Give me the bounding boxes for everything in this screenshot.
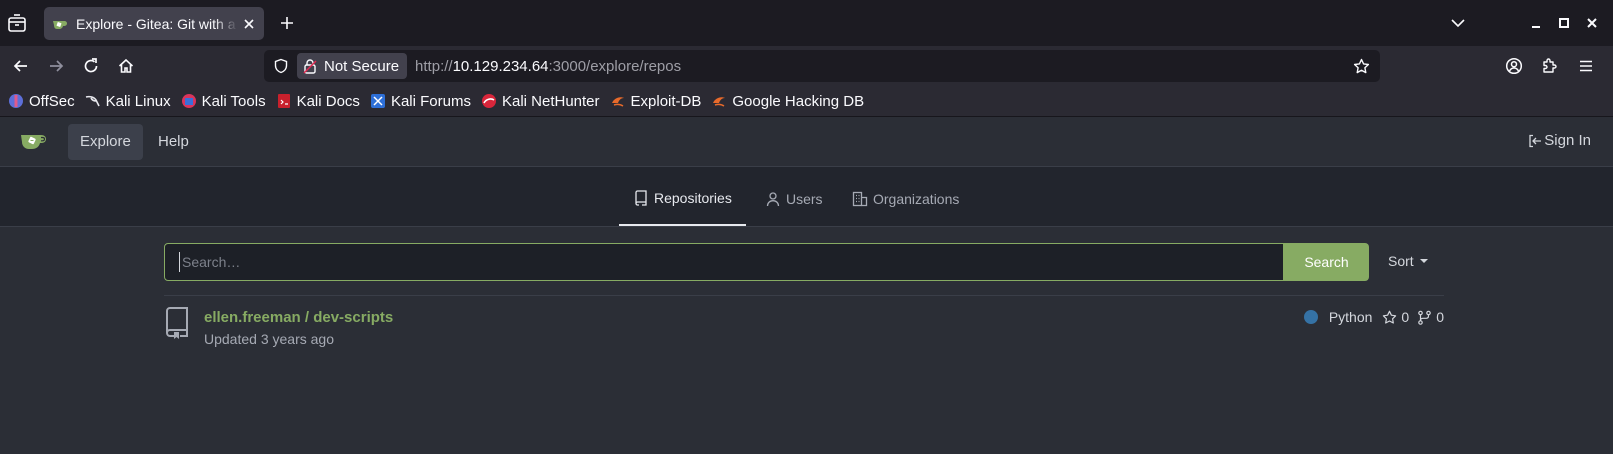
bookmark-label: Google Hacking DB [732, 92, 865, 110]
sign-in-icon [1528, 134, 1542, 148]
account-icon[interactable] [1505, 57, 1523, 75]
tab-repositories[interactable]: Repositories [619, 181, 746, 226]
bookmark-kali-linux[interactable]: Kali Linux [85, 93, 171, 110]
gitea-logo-icon[interactable] [20, 130, 50, 154]
shield-icon[interactable] [273, 58, 289, 74]
sort-dropdown[interactable]: Sort [1388, 253, 1428, 269]
sort-label: Sort [1388, 253, 1414, 269]
tab-users[interactable]: Users [751, 181, 837, 226]
ghdb-icon [711, 93, 727, 109]
url-text[interactable]: http://10.129.234.64:3000/explore/repos [415, 58, 681, 75]
bookmark-label: OffSec [29, 92, 75, 110]
url-prefix: http:// [415, 57, 453, 75]
language-color-dot [1303, 310, 1318, 324]
browser-navbar: Not Secure http://10.129.234.64:3000/exp… [0, 46, 1613, 86]
search-input[interactable] [179, 252, 1283, 272]
back-arrow-icon[interactable] [12, 57, 30, 75]
nethunter-icon [481, 93, 497, 109]
kali-docs-icon [276, 93, 292, 109]
repo-list-item: ellen.freeman / dev-scripts Updated 3 ye… [164, 307, 1444, 353]
repo-updated-time: Updated 3 years ago [204, 331, 334, 347]
bookmark-label: Kali Linux [105, 92, 171, 110]
nav-explore[interactable]: Explore [68, 124, 143, 160]
bookmark-kali-tools[interactable]: Kali Tools [181, 93, 266, 110]
sign-in-link[interactable]: Sign In [1528, 132, 1591, 149]
browser-titlebar: Explore - Gitea: Git with a cup of tea [0, 0, 1613, 46]
close-tab-icon[interactable] [242, 17, 256, 31]
star-count[interactable]: 0 [1401, 309, 1409, 325]
divider [164, 295, 1444, 296]
insecure-lock-icon [303, 58, 317, 74]
bookmark-label: Kali Docs [296, 92, 360, 110]
tab-label: Repositories [654, 189, 732, 206]
tab-label: Users [786, 190, 823, 207]
home-icon[interactable] [117, 57, 135, 75]
minimize-icon[interactable] [1528, 15, 1544, 31]
maximize-icon[interactable] [1556, 15, 1572, 31]
kali-forums-icon [370, 93, 386, 109]
bookmark-star-icon[interactable] [1353, 58, 1370, 75]
person-icon [765, 191, 781, 207]
bookmark-label: Kali Forums [390, 92, 471, 110]
nav-help[interactable]: Help [146, 124, 201, 160]
explore-tabs: Repositories Users Organizations [0, 167, 1613, 227]
repo-icon [164, 307, 190, 339]
bookmark-label: Kali Tools [201, 92, 266, 110]
sign-in-label: Sign In [1544, 132, 1591, 149]
star-icon[interactable] [1382, 310, 1397, 325]
not-secure-badge[interactable]: Not Secure [297, 53, 408, 79]
bookmark-exploit-db[interactable]: Exploit-DB [610, 92, 702, 110]
tab-overview-icon[interactable] [6, 12, 28, 34]
repo-icon [633, 189, 649, 206]
repo-language: Python [1328, 309, 1373, 325]
reload-icon[interactable] [82, 57, 100, 75]
gitea-navbar: Explore Help Sign In [0, 117, 1613, 167]
bookmark-kali-nethunter[interactable]: Kali NetHunter [481, 93, 600, 110]
url-bar[interactable]: Not Secure http://10.129.234.64:3000/exp… [264, 50, 1380, 82]
browser-tab[interactable]: Explore - Gitea: Git with a cup of tea [44, 7, 264, 40]
bookmark-offsec[interactable]: OffSec [8, 93, 75, 110]
new-tab-icon[interactable] [279, 15, 295, 31]
hamburger-menu-icon[interactable] [1577, 57, 1595, 75]
organization-icon [852, 191, 868, 207]
repo-name-link[interactable]: ellen.freeman / dev-scripts [204, 309, 393, 326]
bookmark-kali-docs[interactable]: Kali Docs [276, 93, 360, 110]
not-secure-label: Not Secure [324, 57, 400, 75]
search-field[interactable] [164, 243, 1284, 281]
tab-list-chevron-icon[interactable] [1450, 15, 1466, 31]
bookmark-google-hacking-db[interactable]: Google Hacking DB [711, 93, 864, 110]
fork-icon[interactable] [1417, 310, 1432, 325]
url-path: :3000/explore/repos [548, 57, 682, 75]
exploit-db-icon [610, 93, 626, 109]
bookmark-kali-forums[interactable]: Kali Forums [370, 93, 471, 110]
fork-count[interactable]: 0 [1436, 309, 1444, 325]
caret-down-icon [1419, 259, 1428, 263]
forward-arrow-icon[interactable] [47, 57, 65, 75]
extensions-puzzle-icon[interactable] [1541, 57, 1559, 75]
bookmark-label: Exploit-DB [630, 92, 702, 110]
offsec-icon [8, 93, 24, 109]
tab-label: Organizations [873, 190, 960, 207]
repo-meta: Python 0 0 [1303, 309, 1444, 325]
bookmarks-bar: OffSec Kali Linux Kali Tools Kali Docs K… [0, 86, 1613, 117]
close-window-icon[interactable] [1584, 15, 1600, 31]
tab-organizations[interactable]: Organizations [838, 181, 973, 226]
bookmark-label: Kali NetHunter [501, 92, 600, 110]
search-button[interactable]: Search [1284, 243, 1369, 281]
kali-tools-icon [181, 93, 197, 109]
gitea-favicon-icon [52, 16, 68, 32]
tab-title: Explore - Gitea: Git with a cup of tea [76, 15, 238, 32]
kali-dragon-icon [85, 93, 101, 109]
url-host: 10.129.234.64 [452, 57, 549, 75]
